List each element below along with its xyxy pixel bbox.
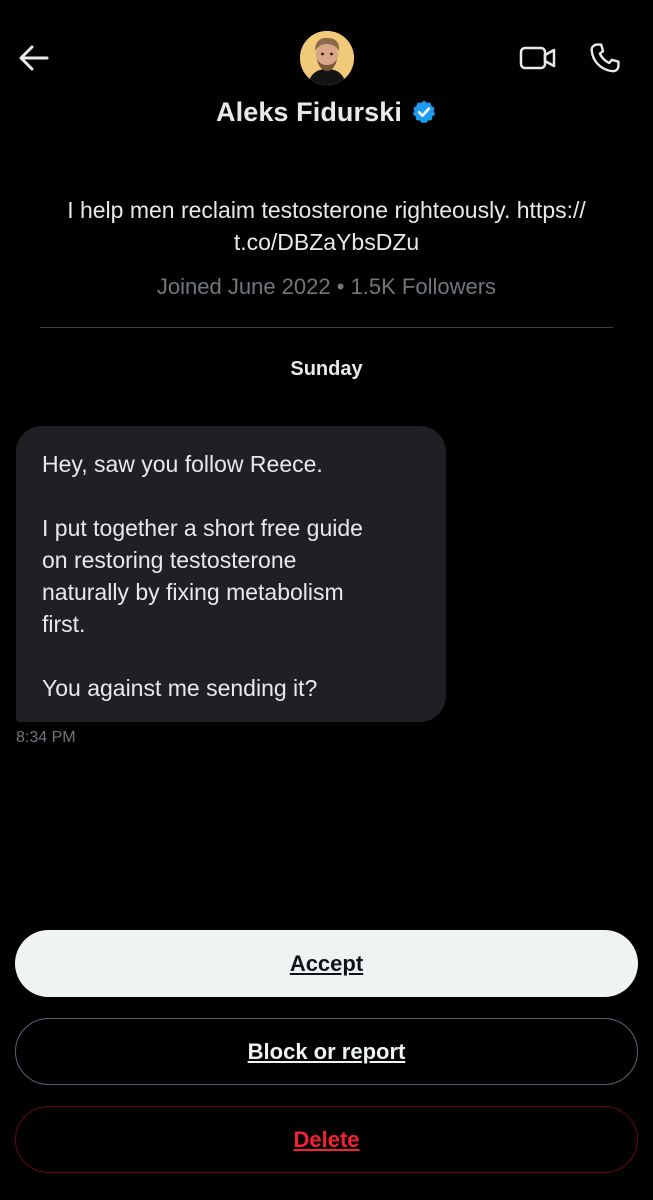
back-button[interactable] [14, 40, 54, 76]
message-bubble[interactable]: Hey, saw you follow Reece. I put togethe… [16, 426, 446, 722]
message-text-line: You against me sending it? [42, 675, 318, 701]
divider [40, 327, 613, 328]
profile-photo-icon [300, 31, 354, 85]
message-text-line: naturally by fixing metabolism [42, 579, 344, 605]
message-timestamp: 8:34 PM [16, 729, 76, 746]
message-text-line: on restoring testosterone [42, 547, 297, 573]
profile-bio: I help men reclaim testosterone righteou… [30, 194, 623, 258]
dm-request-screen: Aleks Fidurski I help men reclaim testos… [0, 0, 653, 1200]
block-or-report-button[interactable]: Block or report [15, 1018, 638, 1085]
arrow-left-icon [19, 45, 49, 71]
video-call-button[interactable] [518, 40, 558, 76]
verified-badge-icon [411, 99, 437, 125]
bio-text: I help men reclaim testosterone righteou… [67, 197, 586, 223]
message-paragraph-gap [42, 640, 422, 672]
phone-icon [590, 43, 620, 73]
message-text-line: I put together a short free guide [42, 515, 363, 541]
delete-button[interactable]: Delete [15, 1106, 638, 1173]
bio-link[interactable]: t.co/DBZaYbsDZu [30, 226, 623, 258]
message-paragraph-gap [42, 480, 422, 512]
profile-name-row: Aleks Fidurski [0, 94, 653, 130]
phone-call-button[interactable] [584, 38, 626, 78]
avatar[interactable] [300, 31, 354, 85]
profile-name[interactable]: Aleks Fidurski [216, 97, 402, 128]
message-text-line: first. [42, 611, 86, 637]
video-camera-icon [519, 46, 556, 70]
message-text-line: Hey, saw you follow Reece. [42, 451, 323, 477]
date-separator: Sunday [290, 358, 363, 380]
profile-meta: Joined June 2022 • 1.5K Followers [156, 274, 497, 299]
accept-button[interactable]: Accept [15, 930, 638, 997]
